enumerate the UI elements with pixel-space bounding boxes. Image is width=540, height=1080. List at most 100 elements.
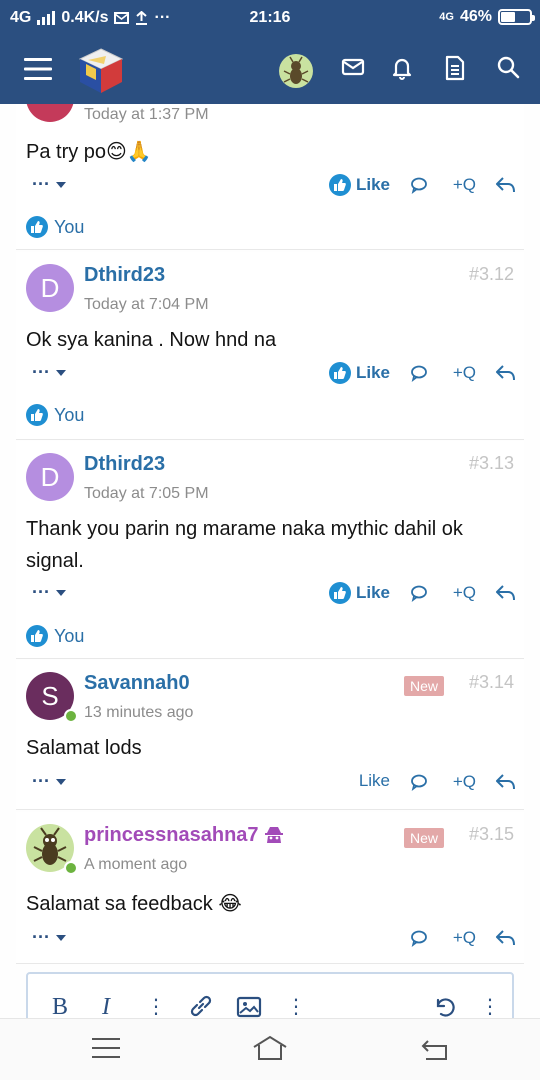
recent-apps-icon[interactable]: [92, 1037, 120, 1059]
image-icon[interactable]: [236, 996, 262, 1018]
reply-icon[interactable]: [494, 583, 516, 603]
post-number[interactable]: #3.14: [469, 672, 514, 693]
battery-icon: [498, 9, 535, 25]
back-icon[interactable]: [420, 1035, 450, 1061]
bold-button[interactable]: B: [52, 994, 68, 1021]
comment-icon[interactable]: [410, 176, 428, 194]
post-3-12: D Dthird23 #3.12 Today at 7:04 PM Ok sya…: [16, 252, 524, 440]
battery-percent: 46%: [459, 8, 492, 25]
post-username[interactable]: princessnasahna7: [84, 824, 284, 847]
spy-badge-icon: [265, 827, 284, 843]
post-avatar[interactable]: D: [26, 264, 74, 312]
comment-icon[interactable]: [410, 929, 428, 947]
post-number[interactable]: #3.12: [469, 264, 514, 285]
more-options-button[interactable]: ···: [32, 927, 66, 948]
like-label: Like: [355, 363, 390, 382]
network-type-right: 4G: [439, 11, 454, 23]
post-actions: ··· Like +Q: [16, 582, 524, 606]
post-timestamp[interactable]: Today at 7:05 PM: [84, 485, 209, 503]
reply-icon[interactable]: [494, 928, 516, 948]
post-3-15: princessnasahna7 New #3.15 A moment ago …: [16, 812, 524, 964]
reaction-user[interactable]: You: [54, 405, 84, 426]
thumbs-up-icon: [328, 362, 351, 384]
online-indicator: [64, 709, 78, 723]
like-button[interactable]: Like: [328, 582, 390, 604]
post-partial: Today at 1:37 PM Pa try po😊🙏 ··· Like +Q…: [16, 104, 524, 250]
envelope-icon[interactable]: [341, 55, 365, 79]
app-header: [0, 38, 540, 104]
reaction-user[interactable]: You: [54, 626, 84, 647]
hamburger-menu-icon[interactable]: [24, 57, 52, 81]
post-timestamp[interactable]: A moment ago: [84, 856, 187, 874]
post-number[interactable]: #3.15: [469, 824, 514, 845]
document-icon[interactable]: [444, 55, 466, 81]
reaction-user[interactable]: You: [54, 217, 84, 238]
like-button[interactable]: Like: [328, 362, 390, 384]
multiquote-button[interactable]: +Q: [453, 363, 476, 383]
thumbs-up-icon: [328, 174, 351, 196]
multiquote-button[interactable]: +Q: [453, 175, 476, 195]
post-3-13: D Dthird23 #3.13 Today at 7:05 PM Thank …: [16, 441, 524, 659]
post-message: Ok sya kanina . Now hnd na: [26, 329, 277, 351]
post-message: Salamat sa feedback 😂: [26, 893, 242, 915]
post-username[interactable]: Savannah0: [84, 672, 190, 695]
more-options-button[interactable]: ···: [32, 582, 66, 603]
like-label: Like: [358, 771, 390, 790]
more-options-button[interactable]: ···: [32, 362, 66, 383]
post-timestamp[interactable]: 13 minutes ago: [84, 704, 193, 722]
more-editor-options-icon[interactable]: ⋮: [480, 994, 500, 1019]
post-avatar[interactable]: [26, 104, 74, 122]
post-timestamp[interactable]: Today at 1:37 PM: [84, 106, 209, 124]
reactions-bar[interactable]: You: [26, 404, 84, 426]
like-label: Like: [355, 583, 390, 602]
post-number[interactable]: #3.13: [469, 453, 514, 474]
post-actions: ··· Like +Q: [16, 771, 524, 795]
laughing-emoji: 😂: [218, 893, 242, 915]
like-label: Like: [355, 175, 390, 194]
thread-content[interactable]: Today at 1:37 PM Pa try po😊🙏 ··· Like +Q…: [0, 104, 540, 1018]
undo-icon[interactable]: [432, 994, 458, 1018]
multiquote-button[interactable]: +Q: [453, 928, 476, 948]
multiquote-button[interactable]: +Q: [453, 772, 476, 792]
post-3-14: S Savannah0 New #3.14 13 minutes ago Sal…: [16, 660, 524, 810]
thumbs-up-icon: [328, 582, 351, 604]
new-badge: New: [403, 828, 444, 848]
post-actions: ··· +Q: [16, 927, 524, 951]
thumbs-up-icon: [26, 404, 48, 426]
user-avatar[interactable]: [279, 54, 313, 88]
link-icon[interactable]: [188, 994, 214, 1018]
new-badge: New: [403, 676, 444, 696]
post-actions: ··· Like +Q: [16, 174, 524, 198]
more-options-button[interactable]: ···: [32, 771, 66, 792]
system-navigation-bar: [0, 1018, 540, 1080]
post-actions: ··· Like +Q: [16, 362, 524, 386]
reactions-bar[interactable]: You: [26, 625, 84, 647]
bell-icon[interactable]: [390, 55, 414, 81]
smile-pray-emoji: 😊🙏: [106, 141, 152, 163]
like-button[interactable]: Like: [359, 771, 390, 791]
thumbs-up-icon: [26, 216, 48, 238]
post-message: Pa try po😊🙏: [26, 141, 152, 163]
post-avatar[interactable]: D: [26, 453, 74, 501]
reply-icon[interactable]: [494, 363, 516, 383]
more-insert-options-icon[interactable]: ⋮: [286, 994, 306, 1019]
online-indicator: [64, 861, 78, 875]
comment-icon[interactable]: [410, 364, 428, 382]
site-logo-icon[interactable]: [76, 46, 126, 96]
post-username[interactable]: Dthird23: [84, 264, 165, 287]
more-text-options-icon[interactable]: ⋮: [146, 994, 166, 1019]
post-username[interactable]: Dthird23: [84, 453, 165, 476]
multiquote-button[interactable]: +Q: [453, 583, 476, 603]
search-icon[interactable]: [496, 55, 520, 79]
reply-icon[interactable]: [494, 175, 516, 195]
reply-icon[interactable]: [494, 772, 516, 792]
comment-icon[interactable]: [410, 584, 428, 602]
more-options-button[interactable]: ···: [32, 174, 66, 195]
italic-button[interactable]: I: [102, 994, 110, 1021]
thumbs-up-icon: [26, 625, 48, 647]
like-button[interactable]: Like: [328, 174, 390, 196]
home-icon[interactable]: [252, 1035, 288, 1061]
comment-icon[interactable]: [410, 773, 428, 791]
reactions-bar[interactable]: You: [26, 216, 84, 238]
post-timestamp[interactable]: Today at 7:04 PM: [84, 296, 209, 314]
